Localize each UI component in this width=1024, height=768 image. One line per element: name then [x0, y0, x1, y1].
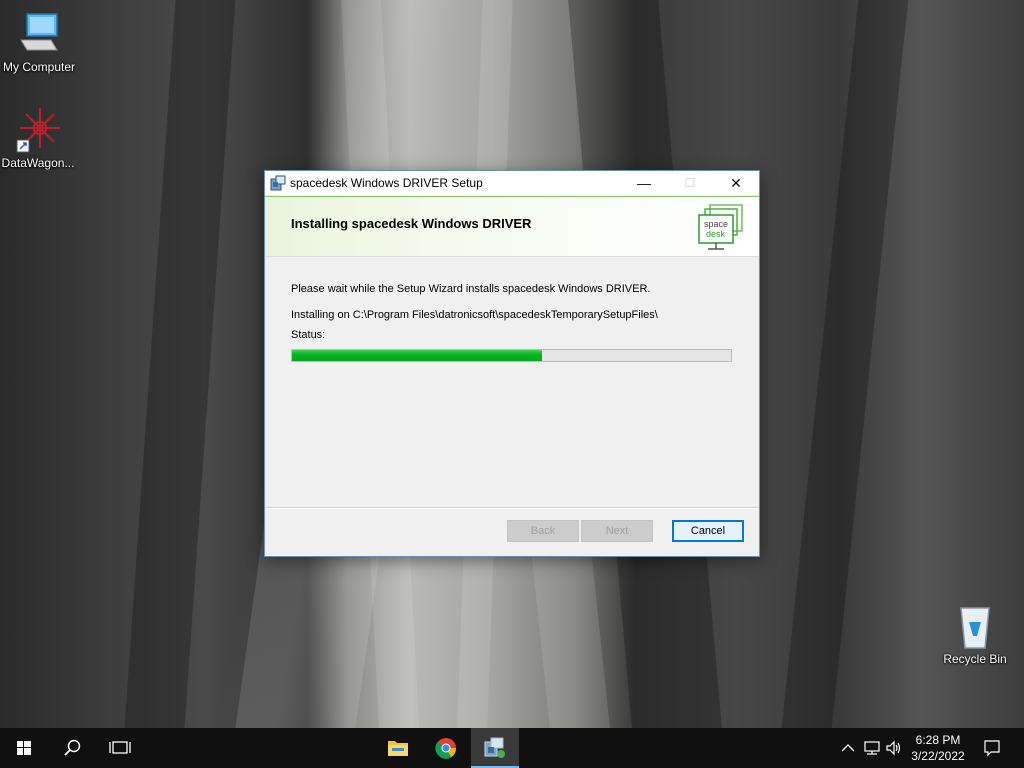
- chrome-taskbar-button[interactable]: [422, 728, 470, 768]
- window-title: spacedesk Windows DRIVER Setup: [290, 176, 483, 190]
- datawagon-icon: [14, 106, 62, 154]
- file-explorer-taskbar-button[interactable]: [374, 728, 422, 768]
- back-button[interactable]: Back: [507, 520, 579, 542]
- chrome-icon: [435, 738, 457, 759]
- progress-fill: [292, 350, 543, 361]
- install-progress-bar: [291, 349, 732, 362]
- install-message: Please wait while the Setup Wizard insta…: [291, 283, 651, 295]
- my-computer-desktop-icon[interactable]: My Computer: [1, 10, 77, 74]
- chevron-up-icon[interactable]: [838, 738, 858, 758]
- task-view-button[interactable]: [96, 728, 144, 768]
- logo-text-desk: desk: [706, 229, 726, 239]
- maximize-button[interactable]: ☐: [667, 171, 713, 195]
- clock-date: 3/22/2022: [911, 749, 965, 763]
- network-icon[interactable]: [862, 738, 882, 758]
- taskbar-clock[interactable]: 6:28 PM 3/22/2022: [905, 732, 971, 764]
- notifications-icon[interactable]: [982, 738, 1002, 758]
- search-icon: [64, 739, 81, 756]
- windows-logo-icon: [17, 741, 31, 755]
- next-button[interactable]: Next: [581, 520, 653, 542]
- minimize-button[interactable]: —: [621, 171, 667, 195]
- banner-heading: Installing spacedesk Windows DRIVER: [291, 216, 532, 231]
- logo-text-space: space: [704, 219, 728, 229]
- computer-icon: [15, 10, 63, 58]
- setup-banner: Installing spacedesk Windows DRIVER spac…: [265, 196, 759, 257]
- installer-taskbar-icon: [484, 737, 505, 758]
- setup-taskbar-button[interactable]: [471, 728, 519, 768]
- installer-icon: [270, 175, 286, 191]
- search-button[interactable]: [48, 728, 96, 768]
- task-view-icon: [109, 741, 131, 754]
- datawagon-label: DataWagon...: [1, 156, 75, 170]
- start-button[interactable]: [0, 728, 48, 768]
- install-path: Installing on C:\Program Files\datronics…: [291, 309, 658, 321]
- folder-icon: [388, 741, 408, 756]
- close-button[interactable]: ✕: [713, 171, 759, 195]
- volume-icon[interactable]: [884, 738, 904, 758]
- window-titlebar[interactable]: spacedesk Windows DRIVER Setup — ☐ ✕: [265, 171, 759, 195]
- recycle-bin-label: Recycle Bin: [943, 652, 1007, 666]
- recycle-bin-desktop-icon[interactable]: Recycle Bin: [937, 602, 1013, 666]
- footer-divider: [265, 507, 759, 509]
- my-computer-label: My Computer: [2, 60, 76, 74]
- recycle-bin-icon: [951, 602, 999, 650]
- clock-time: 6:28 PM: [915, 733, 961, 747]
- status-label: Status:: [291, 329, 326, 341]
- datawagon-desktop-icon[interactable]: DataWagon...: [0, 106, 76, 170]
- setup-window: spacedesk Windows DRIVER Setup — ☐ ✕ Ins…: [264, 170, 760, 557]
- taskbar: 6:28 PM 3/22/2022: [0, 728, 1024, 768]
- spacedesk-logo-icon: space desk: [696, 203, 748, 251]
- cancel-button[interactable]: Cancel: [672, 520, 744, 542]
